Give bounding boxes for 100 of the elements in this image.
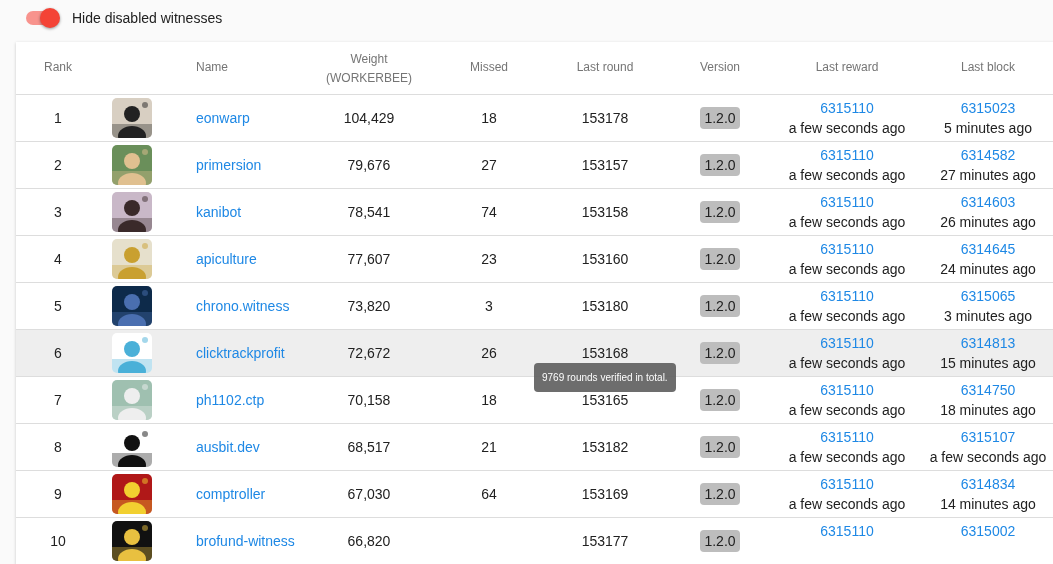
tooltip: 9769 rounds verified in total. <box>534 363 676 392</box>
block-time: 5 minutes ago <box>944 119 1032 138</box>
reward-block-link[interactable]: 6315110 <box>820 474 874 494</box>
block-time: 3 minutes ago <box>944 307 1032 326</box>
reward-time: a few seconds ago <box>788 260 906 279</box>
weight-cell: 79,676 <box>347 157 391 173</box>
rank-cell: 5 <box>54 298 62 314</box>
rank-cell: 8 <box>54 439 62 455</box>
weight-cell: 70,158 <box>347 392 391 408</box>
last-block-link[interactable]: 6314750 <box>960 380 1016 400</box>
last-block-link[interactable]: 6314582 <box>960 145 1016 165</box>
table-row[interactable]: 9 comptroller 67,030 64 153169 1.2.0 6315110 a few seconds ago 6314834 14 minutes ago <box>16 471 1053 518</box>
last-block-link[interactable]: 6314645 <box>960 239 1016 259</box>
last-block-link[interactable]: 6315065 <box>960 286 1016 306</box>
last-round-cell: 153169 <box>581 486 629 502</box>
block-time: 24 minutes ago <box>940 260 1036 279</box>
reward-block-link[interactable]: 6315110 <box>820 521 874 541</box>
table-row[interactable]: 8 ausbit.dev 68,517 21 153182 1.2.0 6315110 a few seconds ago 6315107 a few seconds ago <box>16 424 1053 471</box>
column-header: Weight (WORKERBEE) <box>326 51 412 87</box>
reward-block-link[interactable]: 6315110 <box>820 239 874 259</box>
table-row[interactable]: 10 brofund-witness 66,820 153177 1.2.0 6315110 6315002 <box>16 518 1053 564</box>
last-round-cell: 153157 <box>581 157 629 173</box>
weight-cell: 66,820 <box>347 533 391 549</box>
toggle-label: Hide disabled witnesses <box>72 10 223 26</box>
reward-time: a few seconds ago <box>788 213 906 232</box>
version-badge: 1.2.0 <box>700 342 740 364</box>
reward-block-link[interactable]: 6315110 <box>820 333 874 353</box>
version-badge: 1.2.0 <box>700 295 740 317</box>
version-badge: 1.2.0 <box>700 436 740 458</box>
missed-cell: 23 <box>481 251 497 267</box>
last-block-link[interactable]: 6315107 <box>960 427 1016 447</box>
version-badge: 1.2.0 <box>700 201 740 223</box>
column-header: Missed <box>470 59 508 76</box>
weight-cell: 68,517 <box>347 439 391 455</box>
block-time: 27 minutes ago <box>940 166 1036 185</box>
missed-cell: 26 <box>481 345 497 361</box>
last-round-cell: 153160 <box>581 251 629 267</box>
last-block-link[interactable]: 6314813 <box>960 333 1016 353</box>
witness-name-link[interactable]: brofund-witness <box>196 533 295 549</box>
reward-time: a few seconds ago <box>788 401 906 420</box>
column-header: Last round <box>576 59 634 76</box>
reward-block-link[interactable]: 6315110 <box>820 286 874 306</box>
toggle-switch[interactable] <box>24 8 60 28</box>
missed-cell: 21 <box>481 439 497 455</box>
block-time: 14 minutes ago <box>940 495 1036 514</box>
last-round-cell: 153180 <box>581 298 629 314</box>
table-row[interactable]: 3 kanibot 78,541 74 153158 1.2.0 6315110 a few seconds ago 6314603 26 minutes ago <box>16 189 1053 236</box>
reward-time: a few seconds ago <box>788 354 906 373</box>
last-block-link[interactable]: 6314603 <box>960 192 1016 212</box>
weight-cell: 78,541 <box>347 204 391 220</box>
witness-name-link[interactable]: kanibot <box>196 204 242 220</box>
version-badge: 1.2.0 <box>700 483 740 505</box>
table-row[interactable]: 4 apiculture 77,607 23 153160 1.2.0 6315110 a few seconds ago 6314645 24 minutes ago <box>16 236 1053 283</box>
reward-time: a few seconds ago <box>788 495 906 514</box>
witness-name-link[interactable]: eonwarp <box>196 110 250 126</box>
witness-name-link[interactable]: chrono.witness <box>196 298 290 314</box>
witness-name-link[interactable]: apiculture <box>196 251 257 267</box>
column-header: Rank <box>44 59 72 76</box>
version-badge: 1.2.0 <box>700 248 740 270</box>
witness-name-link[interactable]: clicktrackprofit <box>196 345 285 361</box>
last-block-link[interactable]: 6314834 <box>960 474 1016 494</box>
rank-cell: 6 <box>54 345 62 361</box>
last-round-cell: 153178 <box>581 110 629 126</box>
block-time: 18 minutes ago <box>940 401 1036 420</box>
column-header: Last block <box>961 59 1015 76</box>
witness-name-link[interactable]: ph1102.ctp <box>196 392 265 408</box>
last-block-link[interactable]: 6315002 <box>960 521 1016 541</box>
witness-name-link[interactable]: primersion <box>196 157 262 173</box>
rank-cell: 3 <box>54 204 62 220</box>
rank-cell: 9 <box>54 486 62 502</box>
reward-block-link[interactable]: 6315110 <box>820 145 874 165</box>
version-badge: 1.2.0 <box>700 107 740 129</box>
last-block-link[interactable]: 6315023 <box>960 98 1016 118</box>
rank-cell: 2 <box>54 157 62 173</box>
reward-time: a few seconds ago <box>788 119 906 138</box>
table-row[interactable]: 1 eonwarp 104,429 18 153178 1.2.0 6315110 a few seconds ago 6315023 5 minutes ago <box>16 95 1053 142</box>
weight-cell: 77,607 <box>347 251 391 267</box>
missed-cell: 27 <box>481 157 497 173</box>
reward-block-link[interactable]: 6315110 <box>820 380 874 400</box>
block-time: a few seconds ago <box>929 448 1047 467</box>
version-badge: 1.2.0 <box>700 389 740 411</box>
table-row[interactable]: 2 primersion 79,676 27 153157 1.2.0 6315110 a few seconds ago 6314582 27 minutes ago <box>16 142 1053 189</box>
reward-time: a few seconds ago <box>788 448 906 467</box>
last-round-cell: 153158 <box>581 204 629 220</box>
witness-name-link[interactable]: ausbit.dev <box>196 439 260 455</box>
reward-block-link[interactable]: 6315110 <box>820 427 874 447</box>
missed-cell: 18 <box>481 110 497 126</box>
weight-cell: 73,820 <box>347 298 391 314</box>
witness-name-link[interactable]: comptroller <box>196 486 266 502</box>
missed-cell: 74 <box>481 204 497 220</box>
version-badge: 1.2.0 <box>700 154 740 176</box>
rank-cell: 7 <box>54 392 62 408</box>
rank-cell: 4 <box>54 251 62 267</box>
missed-cell: 64 <box>481 486 497 502</box>
block-time: 26 minutes ago <box>940 213 1036 232</box>
weight-cell: 72,672 <box>347 345 391 361</box>
version-badge: 1.2.0 <box>700 530 740 552</box>
reward-block-link[interactable]: 6315110 <box>820 98 874 118</box>
reward-block-link[interactable]: 6315110 <box>820 192 874 212</box>
last-round-cell: 153165 <box>581 392 629 408</box>
